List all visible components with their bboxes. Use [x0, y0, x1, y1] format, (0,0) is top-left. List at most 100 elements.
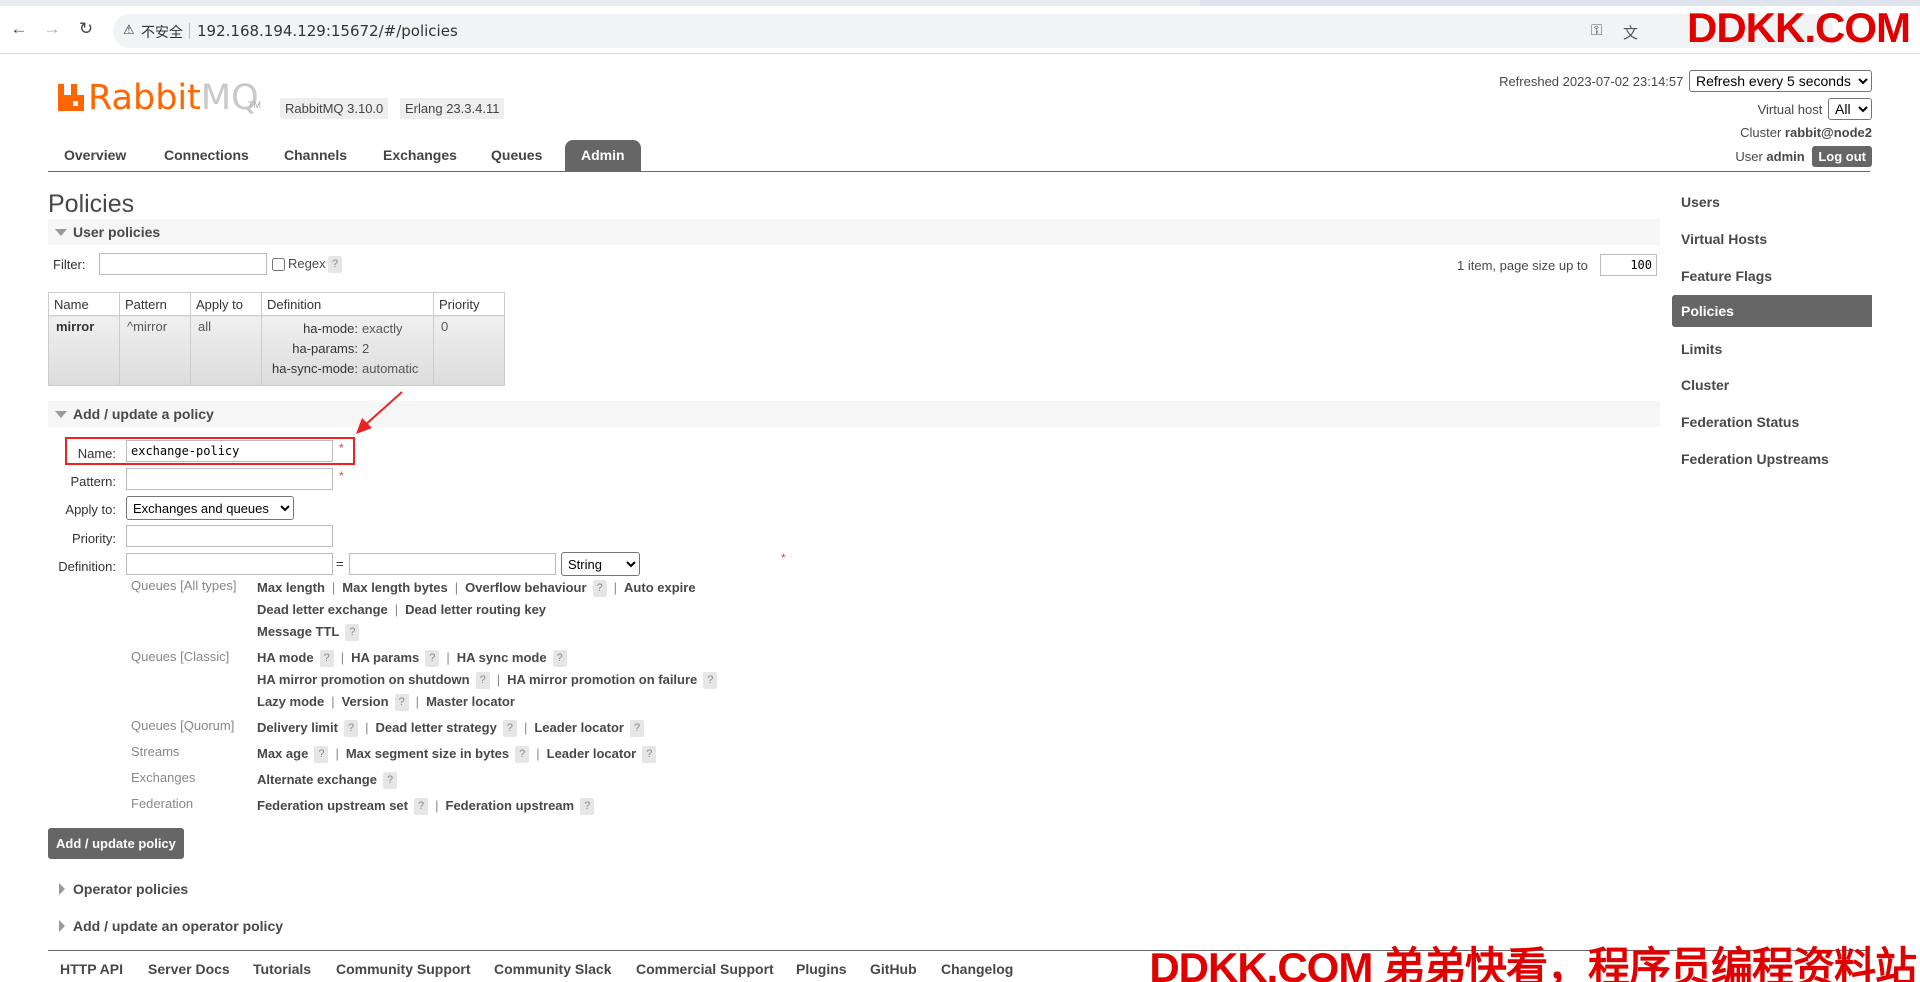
- option-master-locator[interactable]: Master locator: [426, 694, 515, 709]
- sidebar-item-cluster[interactable]: Cluster: [1672, 369, 1872, 401]
- option-max-length-bytes[interactable]: Max length bytes: [342, 580, 447, 595]
- regex-checkbox[interactable]: [272, 258, 285, 271]
- help-icon[interactable]: ?: [592, 580, 607, 598]
- help-icon[interactable]: ?: [382, 772, 398, 790]
- sidebar-item-virtual-hosts[interactable]: Virtual Hosts: [1672, 223, 1872, 255]
- column-header-definition[interactable]: Definition: [261, 292, 434, 316]
- regex-help-icon[interactable]: ?: [328, 256, 343, 273]
- sidebar-item-feature-flags[interactable]: Feature Flags: [1672, 260, 1872, 292]
- help-icon[interactable]: ?: [319, 650, 334, 668]
- warning-icon[interactable]: ⚠: [123, 22, 135, 38]
- help-icon[interactable]: ?: [394, 694, 409, 712]
- option-ha-mode[interactable]: HA mode: [257, 650, 314, 665]
- back-icon[interactable]: ←: [8, 18, 30, 40]
- browser-active-tab[interactable]: [0, 0, 1200, 6]
- page-title: Policies: [48, 190, 135, 218]
- definition-key-input[interactable]: [126, 553, 333, 575]
- sidebar-item-federation-status[interactable]: Federation Status: [1672, 406, 1872, 438]
- option-delivery-limit[interactable]: Delivery limit: [257, 720, 338, 735]
- tab-queues[interactable]: Queues: [475, 140, 558, 171]
- footer-link-changelog[interactable]: Changelog: [941, 961, 1013, 977]
- operator-policies-toggle[interactable]: Operator policies: [48, 876, 1660, 902]
- help-icon[interactable]: ?: [703, 672, 718, 690]
- option-leader-locator[interactable]: Leader locator: [534, 720, 624, 735]
- policy-name-input[interactable]: [126, 440, 333, 462]
- tab-overview[interactable]: Overview: [48, 140, 142, 171]
- virtual-host-select[interactable]: All: [1828, 98, 1872, 120]
- reload-icon[interactable]: ↻: [75, 18, 97, 40]
- option-ha-sync-mode[interactable]: HA sync mode: [457, 650, 547, 665]
- footer-link-community-slack[interactable]: Community Slack: [494, 961, 611, 977]
- page-size-input[interactable]: [1600, 254, 1657, 276]
- footer-link-commercial-support[interactable]: Commercial Support: [636, 961, 774, 977]
- help-icon[interactable]: ?: [345, 624, 360, 642]
- pattern-input[interactable]: [126, 468, 333, 490]
- footer-link-http-api[interactable]: HTTP API: [60, 961, 123, 977]
- help-icon[interactable]: ?: [475, 672, 490, 690]
- help-icon[interactable]: ?: [314, 746, 329, 764]
- option-dead-letter-exchange[interactable]: Dead letter exchange: [257, 602, 388, 617]
- column-header-apply-to[interactable]: Apply to: [190, 292, 262, 316]
- forward-icon[interactable]: →: [41, 18, 63, 40]
- option-max-segment-size[interactable]: Max segment size in bytes: [346, 746, 509, 761]
- key-icon[interactable]: ⚿: [1591, 22, 1602, 39]
- option-ha-promotion-failure[interactable]: HA mirror promotion on failure: [507, 672, 697, 687]
- option-max-age[interactable]: Max age: [257, 746, 308, 761]
- column-header-priority[interactable]: Priority: [433, 292, 505, 316]
- table-row[interactable]: mirror ^mirror all ha-mode: exactly ha-pa…: [48, 315, 505, 386]
- footer-link-community-support[interactable]: Community Support: [336, 961, 471, 977]
- user-policies-toggle[interactable]: User policies: [48, 219, 1660, 245]
- option-max-length[interactable]: Max length: [257, 580, 325, 595]
- add-update-policy-button[interactable]: Add / update policy: [48, 828, 184, 859]
- help-icon[interactable]: ?: [629, 720, 645, 738]
- footer-link-tutorials[interactable]: Tutorials: [253, 961, 311, 977]
- sidebar-item-policies[interactable]: Policies: [1672, 295, 1872, 327]
- help-icon[interactable]: ?: [343, 720, 359, 738]
- option-federation-upstream[interactable]: Federation upstream: [446, 798, 575, 813]
- help-icon[interactable]: ?: [414, 798, 429, 816]
- option-stream-leader-locator[interactable]: Leader locator: [547, 746, 637, 761]
- definition-value-input[interactable]: [349, 553, 556, 575]
- column-header-name[interactable]: Name: [48, 292, 120, 316]
- add-policy-toggle[interactable]: Add / update a policy: [48, 401, 1660, 427]
- insecure-label[interactable]: 不安全: [141, 22, 183, 42]
- option-overflow-behaviour[interactable]: Overflow behaviour: [465, 580, 586, 595]
- footer-link-plugins[interactable]: Plugins: [796, 961, 847, 977]
- option-alternate-exchange[interactable]: Alternate exchange: [257, 772, 377, 787]
- help-icon[interactable]: ?: [580, 798, 595, 816]
- help-icon[interactable]: ?: [515, 746, 530, 764]
- column-header-pattern[interactable]: Pattern: [119, 292, 191, 316]
- url-text[interactable]: 192.168.194.129:15672/#/policies: [197, 22, 458, 40]
- tab-connections[interactable]: Connections: [148, 140, 265, 171]
- help-icon[interactable]: ?: [425, 650, 440, 668]
- option-lazy-mode[interactable]: Lazy mode: [257, 694, 324, 709]
- option-version[interactable]: Version: [342, 694, 389, 709]
- translate-icon[interactable]: 文: [1623, 22, 1638, 43]
- help-icon[interactable]: ?: [502, 720, 517, 738]
- options-federation-line-1: Federation upstream set? | Federation upst…: [257, 798, 595, 816]
- tab-admin[interactable]: Admin: [565, 140, 641, 171]
- option-ha-promotion-shutdown[interactable]: HA mirror promotion on shutdown: [257, 672, 470, 687]
- refresh-interval-select[interactable]: Refresh every 5 seconds: [1689, 70, 1872, 92]
- option-dead-letter-strategy[interactable]: Dead letter strategy: [375, 720, 496, 735]
- filter-input[interactable]: [99, 253, 267, 275]
- definition-type-select[interactable]: String: [561, 552, 640, 576]
- address-bar[interactable]: ⚠ 不安全 192.168.194.129:15672/#/policies ⚿…: [113, 14, 1833, 48]
- footer-link-github[interactable]: GitHub: [870, 961, 917, 977]
- help-icon[interactable]: ?: [552, 650, 567, 668]
- option-federation-upstream-set[interactable]: Federation upstream set: [257, 798, 408, 813]
- policy-name-link[interactable]: mirror: [48, 315, 120, 386]
- option-auto-expire[interactable]: Auto expire: [624, 580, 696, 595]
- apply-to-select[interactable]: Exchanges and queues: [126, 496, 294, 520]
- priority-input[interactable]: [126, 525, 333, 547]
- footer-link-server-docs[interactable]: Server Docs: [148, 961, 230, 977]
- sidebar-item-federation-upstreams[interactable]: Federation Upstreams: [1672, 443, 1872, 475]
- sidebar-item-users[interactable]: Users: [1672, 186, 1872, 218]
- option-ha-params[interactable]: HA params: [351, 650, 419, 665]
- help-icon[interactable]: ?: [642, 746, 657, 764]
- tab-exchanges[interactable]: Exchanges: [367, 140, 473, 171]
- sidebar-item-limits[interactable]: Limits: [1672, 333, 1872, 365]
- option-message-ttl[interactable]: Message TTL: [257, 624, 339, 639]
- option-dead-letter-routing-key[interactable]: Dead letter routing key: [405, 602, 546, 617]
- tab-channels[interactable]: Channels: [268, 140, 363, 171]
